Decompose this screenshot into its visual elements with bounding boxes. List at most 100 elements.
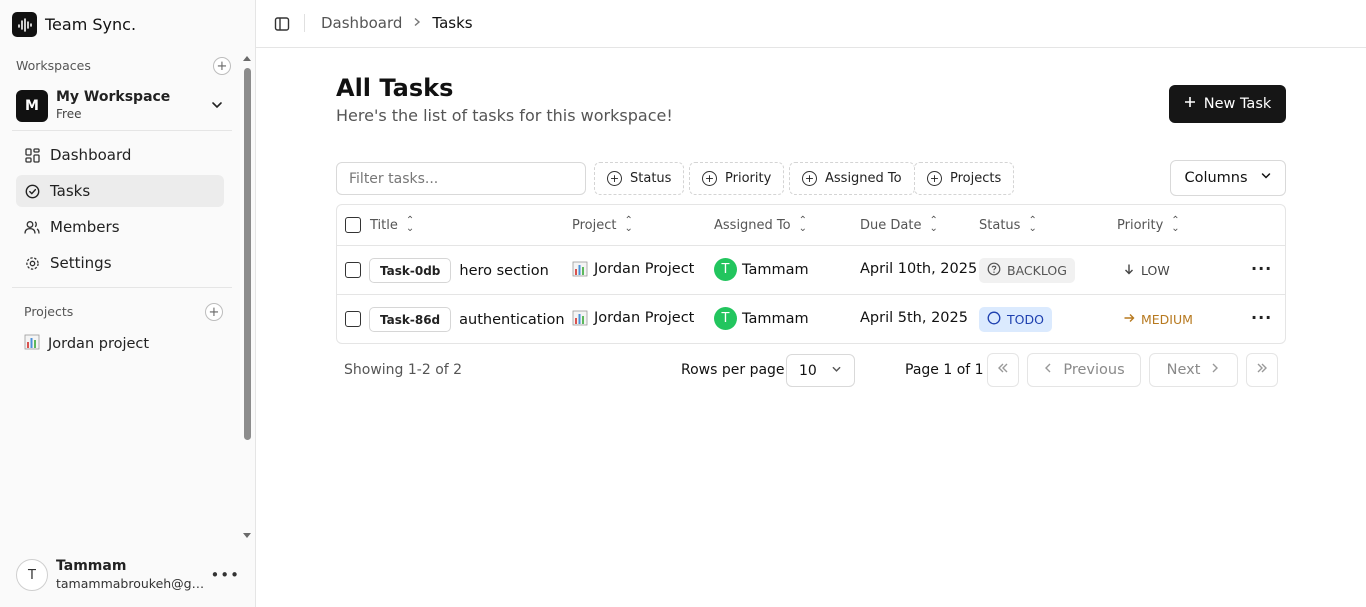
table-row[interactable]: Task-86d authentication Jordan Project T… <box>337 295 1285 344</box>
facet-label: Projects <box>950 171 1002 186</box>
rows-per-page-select[interactable]: 10 <box>786 354 855 387</box>
column-due-date[interactable]: Due Date ⌃ ⌄ <box>860 216 938 234</box>
table-header: Title ⌃ ⌄ Project ⌃ ⌄ Assigned To ⌃ ⌄ Due D… <box>337 205 1285 246</box>
status-text: BACKLOG <box>1007 263 1067 278</box>
arrow-down-icon <box>1123 263 1135 278</box>
task-code-badge: Task-0db <box>369 258 452 283</box>
sort-icon: ⌃ ⌄ <box>798 215 808 234</box>
sidebar-item-label: Settings <box>50 254 112 272</box>
sidebar-item-tasks[interactable]: Tasks <box>16 175 224 207</box>
sidebar-scrollbar[interactable] <box>241 52 253 542</box>
more-horizontal-icon[interactable]: ••• <box>210 566 240 584</box>
avatar: T <box>16 559 48 591</box>
column-label: Priority <box>1117 217 1164 233</box>
first-page-button[interactable] <box>987 353 1019 387</box>
row-actions-icon[interactable]: ··· <box>1251 308 1272 327</box>
add-workspace-icon[interactable]: + <box>213 57 231 75</box>
sort-icon: ⌃ ⌄ <box>1028 215 1037 234</box>
project-name: Jordan Project <box>594 261 695 277</box>
tasks-icon <box>24 183 40 199</box>
table-row[interactable]: Task-0db hero section Jordan Project T T… <box>337 246 1285 295</box>
showing-count: Showing 1-2 of 2 <box>344 362 463 378</box>
title-cell: Task-86d authentication <box>369 307 565 332</box>
select-all-checkbox[interactable] <box>345 217 361 233</box>
top-bar: Dashboard Tasks <box>256 0 1366 48</box>
sidebar-toggle-icon[interactable] <box>274 16 290 36</box>
sidebar-item-label: Tasks <box>50 182 91 200</box>
projects-label: Projects <box>24 304 74 319</box>
user-menu[interactable]: T Tammam tamammabroukeh@gmail.com ••• <box>16 556 242 594</box>
rows-per-page-value: 10 <box>799 362 817 379</box>
column-title[interactable]: Title ⌃ ⌄ <box>370 215 415 234</box>
task-title: hero section <box>459 262 549 279</box>
project-cell: Jordan Project <box>572 310 694 326</box>
chevron-right-icon <box>1210 362 1220 378</box>
avatar: T <box>714 307 737 330</box>
task-code-badge: Task-86d <box>369 307 452 332</box>
workspace-switcher[interactable]: M My Workspace Free <box>16 88 232 124</box>
sidebar: Team Sync. Workspaces + M My Workspace F… <box>0 0 256 607</box>
brand[interactable]: Team Sync. <box>12 12 136 37</box>
assignee-cell: T Tammam <box>714 307 809 330</box>
column-label: Assigned To <box>714 217 791 233</box>
sidebar-divider <box>12 130 232 131</box>
plus-icon <box>1184 96 1196 112</box>
chevron-down-icon <box>210 98 224 116</box>
sidebar-nav: Dashboard Tasks Members Settings <box>16 139 224 283</box>
chart-icon <box>572 310 588 326</box>
sort-icon: ⌃ ⌄ <box>1171 215 1180 234</box>
scroll-thumb[interactable] <box>244 68 251 440</box>
sidebar-project-jordan[interactable]: Jordan project <box>24 334 149 354</box>
priority-filter-button[interactable]: + Priority <box>689 162 785 195</box>
column-label: Project <box>572 217 617 233</box>
column-assigned-to[interactable]: Assigned To ⌃ ⌄ <box>714 215 808 234</box>
next-label: Next <box>1166 362 1201 378</box>
next-page-button[interactable]: Next <box>1149 353 1238 387</box>
sort-icon: ⌃ ⌄ <box>624 215 633 234</box>
avatar: T <box>714 258 737 281</box>
sidebar-item-dashboard[interactable]: Dashboard <box>16 139 224 171</box>
filter-tasks-input[interactable] <box>336 162 586 195</box>
help-circle-icon <box>987 262 1001 279</box>
scroll-up-arrow-icon[interactable] <box>243 56 251 61</box>
breadcrumb-tasks: Tasks <box>432 14 473 32</box>
assigned-to-filter-button[interactable]: + Assigned To <box>789 162 915 195</box>
add-project-icon[interactable]: + <box>205 303 223 321</box>
column-label: Status <box>979 217 1021 233</box>
page-subtitle: Here's the list of tasks for this worksp… <box>336 106 673 125</box>
sidebar-item-settings[interactable]: Settings <box>16 247 224 279</box>
user-name: Tammam <box>56 558 127 574</box>
previous-label: Previous <box>1063 362 1125 378</box>
chevron-left-icon <box>1043 362 1053 378</box>
sidebar-item-label: Members <box>50 218 120 236</box>
sidebar-item-members[interactable]: Members <box>16 211 224 243</box>
status-text: TODO <box>1007 312 1044 327</box>
row-checkbox[interactable] <box>345 311 361 327</box>
status-filter-button[interactable]: + Status <box>594 162 685 195</box>
facet-label: Status <box>630 171 672 186</box>
priority-text: LOW <box>1141 263 1170 278</box>
sort-icon: ⌃ ⌄ <box>405 215 415 234</box>
column-label: Due Date <box>860 217 922 233</box>
column-project[interactable]: Project ⌃ ⌄ <box>572 215 633 234</box>
new-task-button[interactable]: New Task <box>1169 85 1286 123</box>
projects-filter-button[interactable]: + Projects <box>914 162 1015 195</box>
workspaces-label: Workspaces <box>16 58 91 73</box>
task-title: authentication <box>459 311 565 328</box>
column-priority[interactable]: Priority ⌃ ⌄ <box>1117 215 1180 234</box>
assignee-cell: T Tammam <box>714 258 809 281</box>
arrow-right-icon <box>1123 312 1135 327</box>
project-cell: Jordan Project <box>572 261 694 277</box>
last-page-button[interactable] <box>1246 353 1278 387</box>
column-label: Title <box>370 217 398 233</box>
column-status[interactable]: Status ⌃ ⌄ <box>979 215 1037 234</box>
row-actions-icon[interactable]: ··· <box>1251 259 1272 278</box>
columns-button[interactable]: Columns <box>1170 160 1286 196</box>
previous-page-button[interactable]: Previous <box>1027 353 1141 387</box>
breadcrumb-dashboard[interactable]: Dashboard <box>321 14 402 32</box>
row-checkbox[interactable] <box>345 262 361 278</box>
new-task-label: New Task <box>1203 96 1272 112</box>
page-indicator: Page 1 of 1 <box>905 362 984 378</box>
status-badge: BACKLOG <box>979 258 1075 283</box>
scroll-down-arrow-icon[interactable] <box>243 533 251 538</box>
